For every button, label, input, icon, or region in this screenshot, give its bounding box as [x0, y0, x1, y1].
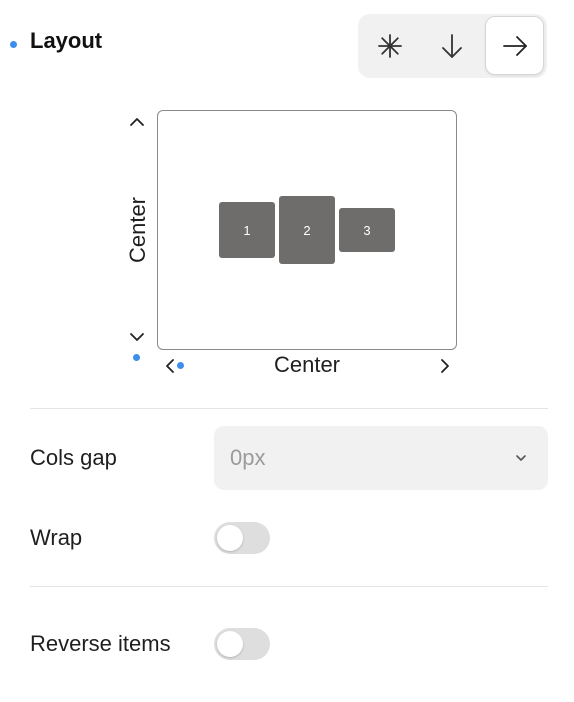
align-down-chevron-icon[interactable] [129, 329, 145, 345]
section-divider [30, 408, 548, 409]
align-left-chevron-icon[interactable] [162, 358, 178, 374]
preview-item-3: 3 [339, 208, 395, 252]
direction-toggle-group [358, 14, 547, 78]
wrap-toggle[interactable] [214, 522, 270, 554]
direction-column-button[interactable] [422, 16, 481, 75]
reverse-items-label: Reverse items [30, 631, 171, 656]
direction-row-button[interactable] [485, 16, 544, 75]
section-divider [30, 586, 548, 587]
arrow-right-icon [502, 35, 527, 56]
cols-gap-value: 0px [230, 445, 266, 470]
reverse-items-toggle[interactable] [214, 628, 270, 660]
vertical-modified-dot [133, 354, 140, 361]
preview-item-1: 1 [219, 202, 275, 258]
align-up-chevron-icon[interactable] [129, 114, 145, 130]
cols-gap-label: Cols gap [30, 445, 117, 470]
vertical-alignment-label: Center [125, 196, 150, 264]
asterisk-icon [377, 33, 402, 58]
alignment-preview-box[interactable]: 1 2 3 [157, 110, 457, 350]
toggle-knob [217, 525, 243, 551]
toggle-knob [217, 631, 243, 657]
preview-item-2: 2 [279, 196, 335, 264]
cols-gap-select[interactable]: 0px [214, 426, 548, 490]
horizontal-alignment-label: Center [273, 352, 341, 377]
chevron-down-icon [516, 455, 526, 461]
arrow-down-icon [441, 33, 462, 58]
direction-free-button[interactable] [360, 16, 419, 75]
horizontal-modified-dot [177, 362, 184, 369]
align-right-chevron-icon[interactable] [437, 358, 453, 374]
wrap-label: Wrap [30, 525, 83, 550]
section-title: Layout [30, 28, 103, 53]
modified-indicator-dot [10, 41, 17, 48]
